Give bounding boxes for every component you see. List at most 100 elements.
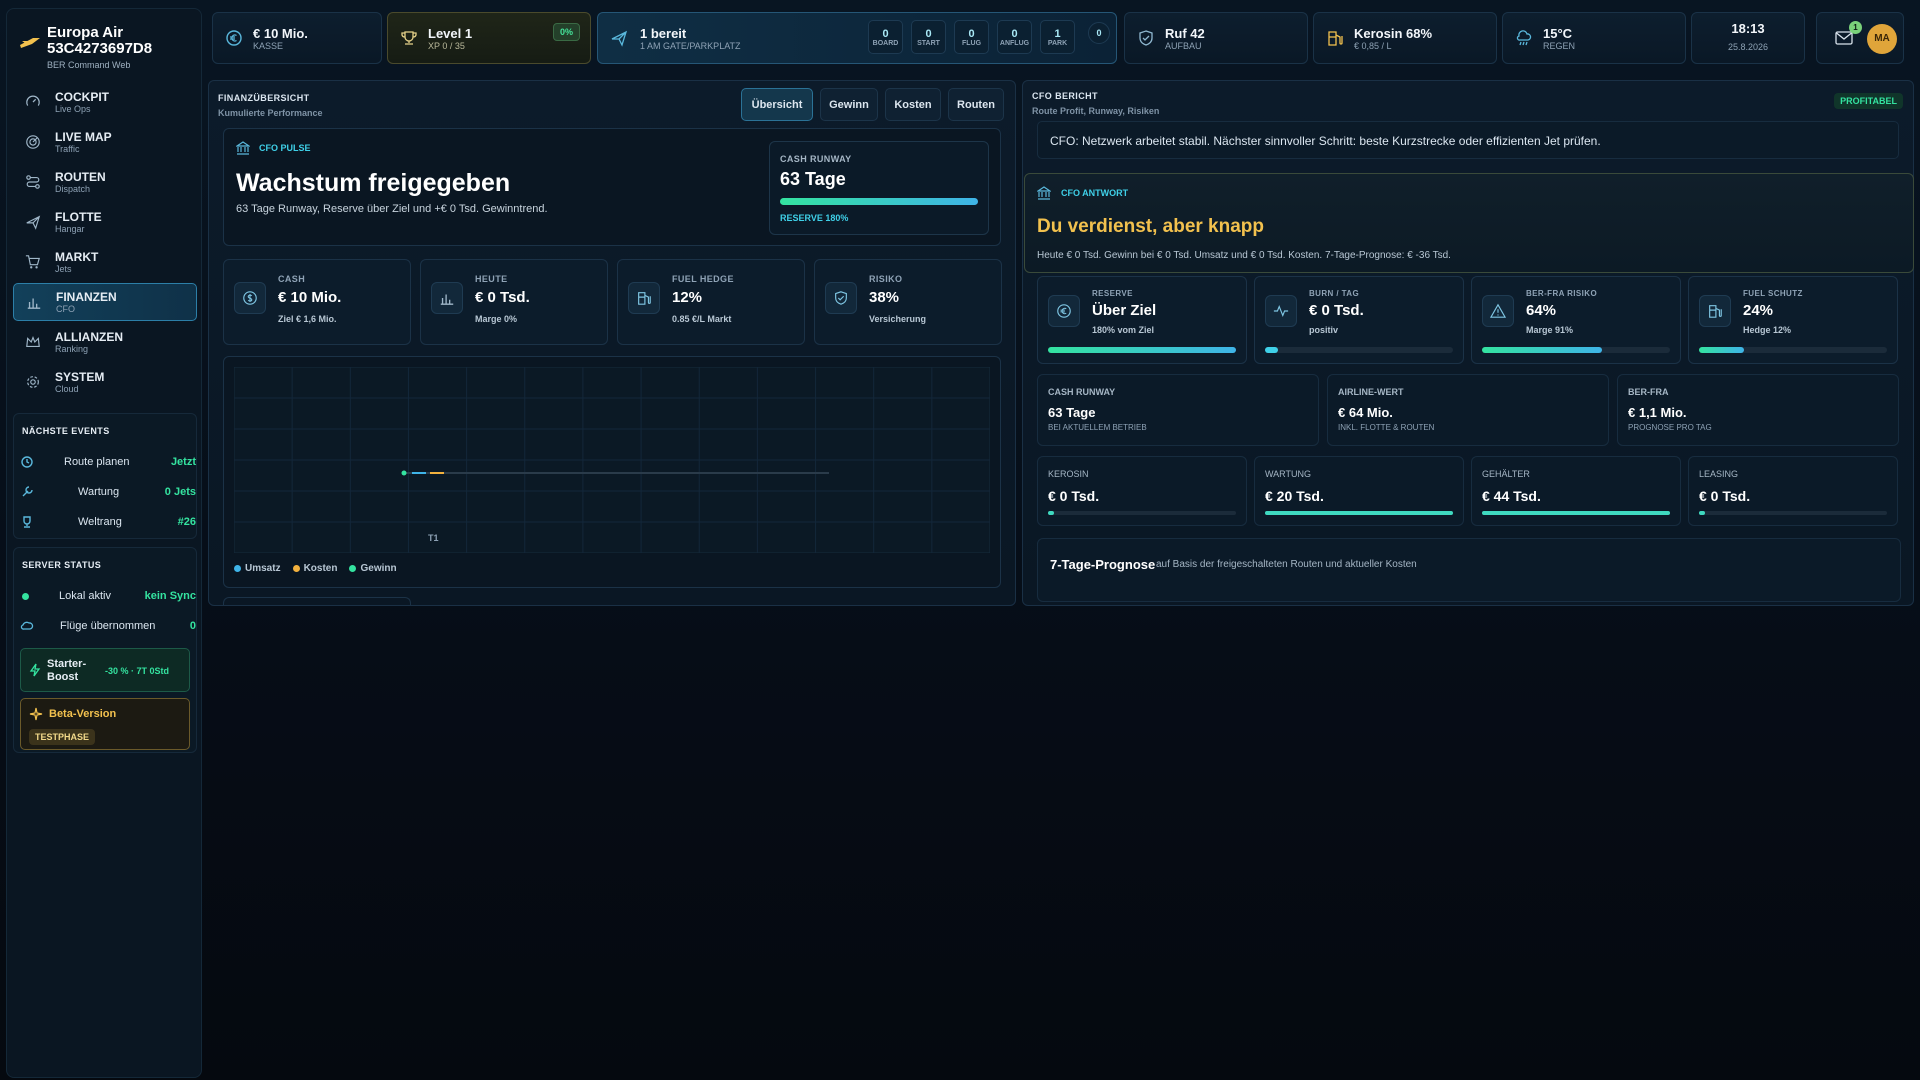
clock-time: 18:13 — [1731, 20, 1765, 36]
testphase-badge: TESTPHASE — [29, 729, 96, 745]
sidebar-item-cockpit[interactable]: COCKPIT Live Ops — [13, 83, 197, 121]
card-progress — [1482, 347, 1670, 353]
card-sub: Marge 91% — [1526, 325, 1574, 335]
nav-title: FLOTTE — [55, 209, 102, 224]
tab-overview[interactable]: Übersicht — [741, 88, 813, 121]
event-label: Wartung — [78, 486, 120, 498]
fuel-pump-icon — [1326, 29, 1344, 47]
fuel-icon — [628, 282, 660, 314]
cash-widget[interactable]: € 10 Mio. KASSE — [212, 12, 382, 64]
info-card-airline-wert: AIRLINE-WERT € 64 Mio. INKL. FLOTTE & ROUT… — [1327, 374, 1609, 446]
kpi-value: 38% — [869, 289, 900, 306]
cost-bar — [1482, 511, 1670, 515]
nav-subtitle: Live Ops — [55, 103, 91, 114]
kpi-card-risiko[interactable]: RISIKO 38% Versicherung — [814, 259, 1002, 345]
forecast-title: 7-Tage-Prognose — [1050, 557, 1156, 572]
weather-widget[interactable]: 15°C REGEN — [1502, 12, 1686, 64]
mail-icon[interactable] — [1835, 31, 1853, 45]
flight-stage-park[interactable]: 1 PARK — [1040, 20, 1075, 54]
kpi-label: HEUTE — [475, 274, 508, 284]
kpi-card-cash[interactable]: CASH € 10 Mio. Ziel € 1,6 Mio. — [223, 259, 411, 345]
event-row-maintenance[interactable]: Wartung 0 Jets — [20, 482, 196, 502]
crown-icon — [23, 334, 43, 350]
sidebar-item-system[interactable]: SYSTEM Cloud — [13, 363, 197, 401]
flight-stage-flug[interactable]: 0 FLUG — [954, 20, 989, 54]
cash-label: KASSE — [253, 40, 284, 51]
card-value: Über Ziel — [1092, 302, 1157, 319]
brand-subtitle: BER Command Web — [47, 60, 131, 70]
gear-icon — [23, 374, 43, 390]
boost-value: -30 % · 7T 0Std — [105, 666, 170, 676]
reputation-value: Ruf 42 — [1165, 25, 1205, 41]
nav-subtitle: Ranking — [55, 343, 89, 354]
cash-value: € 10 Mio. — [253, 25, 308, 41]
nav-subtitle: Jets — [55, 263, 72, 274]
kpi-value: 12% — [672, 289, 703, 306]
sidebar-item-allianzen[interactable]: ALLIANZEN Ranking — [13, 323, 197, 361]
stage-count: 0 — [1011, 28, 1018, 40]
kpi-card-heute[interactable]: HEUTE € 0 Tsd. Marge 0% — [420, 259, 608, 345]
brand[interactable]: Europa Air 53C4273697D8 BER Command Web — [13, 17, 203, 73]
plane-icon — [23, 214, 43, 230]
fuel-widget[interactable]: Kerosin 68% € 0,85 / L — [1313, 12, 1497, 64]
boost-label: Starter-Boost — [47, 658, 87, 683]
event-value: Jetzt — [170, 456, 196, 468]
nav-subtitle: Hangar — [55, 223, 85, 234]
card-sub: 180% vom Ziel — [1092, 325, 1155, 335]
card-value: € 0 Tsd. — [1309, 302, 1364, 319]
nav-title: LIVE MAP — [55, 129, 112, 144]
flights-extra-count[interactable]: 0 — [1088, 22, 1110, 44]
starter-boost[interactable]: Starter-Boost -30 % · 7T 0Std — [20, 648, 190, 692]
cfo-card-ber-fra-risiko[interactable]: BER-FRA RISIKO 64% Marge 91% — [1471, 276, 1681, 364]
radar-icon — [23, 134, 43, 150]
sidebar-item-finanzen[interactable]: FINANZEN CFO — [13, 283, 197, 321]
level-widget[interactable]: Level 1 XP 0 / 35 0% — [387, 12, 591, 64]
fuel-value: Kerosin 68% — [1354, 25, 1433, 41]
sidebar-item-routen[interactable]: ROUTEN Dispatch — [13, 163, 197, 201]
level-xp: XP 0 / 35 — [428, 40, 465, 51]
airline-code: 53C4273697D8 — [47, 40, 153, 57]
flight-stage-board[interactable]: 0 BOARD — [868, 20, 903, 54]
cfo-card-fuel-schutz[interactable]: FUEL SCHUTZ 24% Hedge 12% — [1688, 276, 1898, 364]
event-label: Route planen — [64, 456, 130, 468]
bank-icon — [236, 141, 250, 155]
forecast-card: 7-Tage-Prognose auf Basis der freigescha… — [1037, 538, 1901, 602]
cost-label: GEHÄLTER — [1482, 469, 1530, 479]
info-value: 63 Tage — [1048, 405, 1096, 420]
kpi-sub: Marge 0% — [475, 314, 518, 324]
next-events-panel: NÄCHSTE EVENTS Route planen Jetzt Wartun… — [13, 413, 197, 539]
cfo-card-reserve[interactable]: RESERVE Über Ziel 180% vom Ziel — [1037, 276, 1247, 364]
cfo-card-burn-tag[interactable]: BURN / TAG € 0 Tsd. positiv — [1254, 276, 1464, 364]
cfo-pulse-card: CFO PULSE Wachstum freigegeben 63 Tage R… — [223, 128, 1001, 246]
tab-costs[interactable]: Kosten — [885, 88, 941, 121]
nav-title: MARKT — [55, 249, 99, 264]
sidebar-item-live-map[interactable]: LIVE MAP Traffic — [13, 123, 197, 161]
clock-date: 25.8.2026 — [1727, 41, 1769, 52]
nav-text: LIVE MAP Traffic — [55, 129, 112, 154]
xp-percent-badge: 0% — [552, 23, 580, 41]
event-row-route[interactable]: Route planen Jetzt — [20, 452, 196, 472]
stage-label: PARK — [1047, 40, 1068, 47]
reputation-widget[interactable]: Ruf 42 AUFBAU — [1124, 12, 1308, 64]
reserve-label: RESERVE 180% — [780, 213, 849, 223]
kpi-card-fuel-hedge[interactable]: FUEL HEDGE 12% 0.85 €/L Markt — [617, 259, 805, 345]
wrench-icon — [20, 485, 34, 499]
stage-count: 0 — [882, 28, 889, 40]
info-sub: BEI AKTUELLEM BETRIEB — [1048, 423, 1147, 432]
sidebar-item-markt[interactable]: MARKT Jets — [13, 243, 197, 281]
avatar[interactable]: MA — [1867, 24, 1897, 54]
tab-routes[interactable]: Routen — [948, 88, 1004, 121]
sidebar-item-flotte[interactable]: FLOTTE Hangar — [13, 203, 197, 241]
stage-count: 0 — [925, 28, 932, 40]
tab-profit[interactable]: Gewinn — [820, 88, 878, 121]
flight-stage-start[interactable]: 0 START — [911, 20, 946, 54]
stage-label: ANFLUG — [999, 40, 1030, 47]
legend-label: Kosten — [303, 563, 338, 574]
event-row-rank[interactable]: Weltrang #26 — [20, 512, 196, 532]
sparkle-icon — [29, 707, 43, 721]
flights-widget[interactable]: 1 bereit 1 AM GATE/PARKPLATZ — [597, 12, 1117, 64]
legend-label: Gewinn — [360, 563, 397, 574]
flight-stage-anflug[interactable]: 0 ANFLUG — [997, 20, 1032, 54]
clipped-card — [223, 597, 411, 605]
trophy-icon — [400, 29, 418, 47]
